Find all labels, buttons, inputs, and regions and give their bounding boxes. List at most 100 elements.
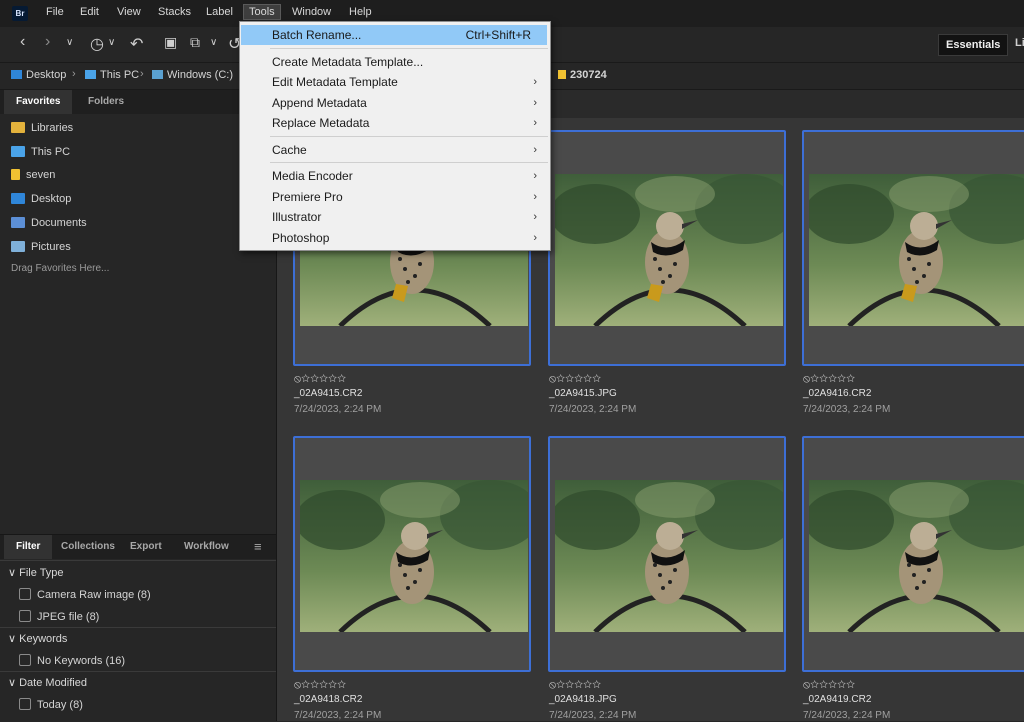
bridge-logo: Br (12, 6, 28, 21)
chevron-down-icon[interactable]: ∨ (108, 37, 115, 48)
filter-jpeg[interactable]: JPEG file (8) (19, 610, 99, 623)
thumbnail-card[interactable] (802, 436, 1024, 672)
pictures-icon (11, 241, 25, 252)
menu-item-label: Media Encoder (272, 169, 353, 183)
menu-item-label: Illustrator (272, 210, 322, 224)
breadcrumb-separator-icon: › (140, 68, 144, 80)
menu-stacks[interactable]: Stacks (158, 6, 191, 18)
tab-export[interactable]: Export (124, 535, 168, 559)
submenu-arrow-icon: › (533, 231, 537, 244)
divider (0, 560, 276, 561)
filter-camera-raw[interactable]: Camera Raw image (8) (19, 588, 151, 601)
submenu-arrow-icon: › (533, 190, 537, 203)
favorite-documents[interactable]: Documents (11, 217, 87, 229)
forward-arrow-icon[interactable]: › (45, 33, 50, 51)
bird-photo (555, 174, 783, 326)
filter-tabs: Filter Collections Export Workflow ≡ (0, 535, 276, 559)
workspace-essentials-tab[interactable]: Essentials (938, 34, 1009, 56)
thumbnail-filename: _02A9415.JPG (549, 388, 617, 399)
checkbox[interactable] (19, 698, 31, 710)
menu-item-photoshop[interactable]: Photoshop › (241, 228, 547, 248)
copy-icon[interactable]: ⧉ (190, 34, 200, 51)
folder-icon (11, 169, 20, 180)
breadcrumb-this-pc[interactable]: This PC (85, 69, 139, 81)
rating-stars[interactable]: ⦸☆☆☆☆☆ (294, 679, 346, 692)
thumbnail-filename: _02A9415.CR2 (294, 388, 363, 399)
checkbox[interactable] (19, 610, 31, 622)
submenu-arrow-icon: › (533, 211, 537, 223)
rating-stars[interactable]: ⦸☆☆☆☆☆ (549, 373, 601, 386)
menu-tools[interactable]: Tools (243, 4, 281, 20)
tools-menu-dropdown: Batch Rename... Ctrl+Shift+R Create Metada… (239, 21, 551, 251)
menu-item-label: Append Metadata (272, 95, 367, 110)
menu-item-replace-metadata[interactable]: Replace Metadata › (241, 113, 547, 133)
chevron-down-icon[interactable]: ∨ (210, 37, 217, 48)
menu-item-label: Premiere Pro (272, 189, 343, 204)
thumbnail-card[interactable] (802, 130, 1024, 366)
menu-item-cache[interactable]: Cache › (241, 140, 547, 160)
rating-stars[interactable]: ⦸☆☆☆☆☆ (294, 373, 346, 386)
menu-item-batch-rename[interactable]: Batch Rename... Ctrl+Shift+R (241, 25, 547, 45)
rating-stars[interactable]: ⦸☆☆☆☆☆ (803, 373, 855, 386)
menu-item-shortcut: Ctrl+Shift+R (465, 28, 531, 42)
favorite-pictures[interactable]: Pictures (11, 241, 71, 253)
thumbnail-date: 7/24/2023, 2:24 PM (294, 404, 382, 415)
thumbnail-date: 7/24/2023, 2:24 PM (549, 404, 637, 415)
thumbnail-card[interactable] (293, 436, 531, 672)
panel-menu-icon[interactable]: ≡ (248, 535, 268, 559)
menu-view[interactable]: View (117, 6, 141, 18)
thumbnail-filename: _02A9419.CR2 (803, 694, 872, 705)
menu-window[interactable]: Window (292, 6, 331, 18)
filter-section-date-modified[interactable]: ∨ Date Modified (8, 676, 87, 689)
filter-today[interactable]: Today (8) (19, 698, 83, 711)
filter-section-keywords[interactable]: ∨ Keywords (8, 632, 67, 645)
menu-item-create-metadata-template[interactable]: Create Metadata Template... (241, 52, 547, 72)
menu-separator (270, 162, 548, 163)
menu-item-label: Cache (272, 142, 307, 157)
documents-icon (11, 217, 25, 228)
checkbox[interactable] (19, 654, 31, 666)
workspace-next-tab[interactable]: Li (1015, 37, 1024, 49)
menu-help[interactable]: Help (349, 6, 372, 18)
thumbnail-card[interactable] (548, 436, 786, 672)
drag-favorites-hint: Drag Favorites Here... (11, 263, 110, 274)
favorite-this-pc[interactable]: This PC (11, 146, 70, 158)
breadcrumb-windows-c[interactable]: Windows (C:) (152, 69, 233, 81)
favorite-libraries[interactable]: Libraries (11, 122, 73, 134)
menu-item-edit-metadata-template[interactable]: Edit Metadata Template › (241, 72, 547, 92)
thumbnail-card[interactable] (548, 130, 786, 366)
tab-filter[interactable]: Filter (4, 535, 53, 559)
breadcrumb-current-folder[interactable]: 230724 (558, 69, 607, 81)
menu-item-illustrator[interactable]: Illustrator › (241, 207, 547, 227)
thumbnail-filename: _02A9416.CR2 (803, 388, 872, 399)
rating-stars[interactable]: ⦸☆☆☆☆☆ (803, 679, 855, 692)
tab-favorites[interactable]: Favorites (4, 90, 73, 114)
folder-icon (558, 70, 566, 79)
filter-section-file-type[interactable]: ∨ File Type (8, 566, 64, 579)
bird-photo (300, 480, 528, 632)
menu-edit[interactable]: Edit (80, 6, 99, 18)
boomerang-icon[interactable]: ↶ (130, 34, 143, 54)
menu-item-media-encoder[interactable]: Media Encoder › (241, 166, 547, 186)
checkbox[interactable] (19, 588, 31, 600)
bird-photo (809, 174, 1024, 326)
camera-icon[interactable]: ▣ (164, 34, 177, 51)
tab-collections[interactable]: Collections (55, 535, 121, 559)
tab-folders[interactable]: Folders (80, 90, 132, 114)
menu-item-premiere-pro[interactable]: Premiere Pro › (241, 187, 547, 207)
tab-workflow[interactable]: Workflow (178, 535, 235, 559)
favorite-seven[interactable]: seven (11, 169, 55, 181)
menu-label[interactable]: Label (206, 6, 233, 18)
chevron-down-icon[interactable]: ∨ (66, 37, 73, 48)
rating-stars[interactable]: ⦸☆☆☆☆☆ (549, 679, 601, 692)
menu-item-append-metadata[interactable]: Append Metadata › (241, 93, 547, 113)
back-arrow-icon[interactable]: ‹ (20, 33, 25, 51)
breadcrumb-desktop[interactable]: Desktop (11, 69, 66, 81)
history-icon[interactable]: ◷ (90, 34, 104, 54)
bird-photo (555, 480, 783, 632)
menu-file[interactable]: File (46, 6, 64, 18)
favorite-desktop[interactable]: Desktop (11, 193, 71, 205)
breadcrumb-separator-icon: › (72, 68, 76, 80)
computer-icon (11, 146, 25, 157)
filter-no-keywords[interactable]: No Keywords (16) (19, 654, 125, 667)
